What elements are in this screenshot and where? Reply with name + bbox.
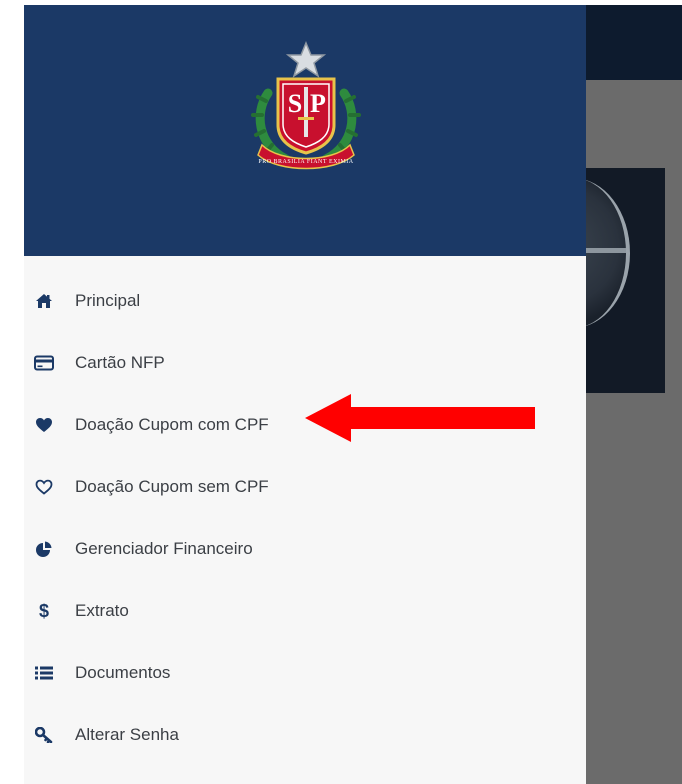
red-arrow-left-icon xyxy=(305,394,535,442)
credit-card-icon xyxy=(34,353,54,373)
sao-paulo-coat-of-arms-icon: S P PRO BRASILIA FIANT EXIMIA xyxy=(251,41,361,170)
menu-item-label: Doação Cupom sem CPF xyxy=(75,477,269,496)
menu-item-label: Alterar Senha xyxy=(75,725,179,744)
background-card xyxy=(586,168,665,393)
svg-text:$: $ xyxy=(39,601,49,621)
list-icon xyxy=(34,663,54,683)
svg-text:S: S xyxy=(288,89,302,118)
drawer-header: S P PRO BRASILIA FIANT EXIMIA xyxy=(24,5,586,256)
menu-item-extrato[interactable]: $ Extrato xyxy=(24,586,586,636)
menu-item-cartao-nfp[interactable]: Cartão NFP xyxy=(24,338,586,388)
background-app-bar xyxy=(586,5,682,80)
menu-item-doacao-sem-cpf[interactable]: Doação Cupom sem CPF xyxy=(24,462,586,512)
pie-chart-icon xyxy=(34,539,54,559)
heart-filled-icon xyxy=(34,415,54,435)
menu-item-principal[interactable]: Principal xyxy=(24,276,586,326)
dollar-icon: $ xyxy=(34,601,54,621)
background-image xyxy=(586,178,630,328)
background-image-detail xyxy=(586,248,626,253)
menu-item-label: Principal xyxy=(75,291,141,310)
menu-item-label: Cartão NFP xyxy=(75,353,165,372)
menu-item-documentos[interactable]: Documentos xyxy=(24,648,586,698)
menu-item-label: Extrato xyxy=(75,601,129,620)
home-icon xyxy=(34,291,54,311)
menu-item-gerenciador-financeiro[interactable]: Gerenciador Financeiro xyxy=(24,524,586,574)
key-icon xyxy=(34,725,54,745)
menu-item-label: Doação Cupom com CPF xyxy=(75,415,269,434)
menu-item-label: Documentos xyxy=(75,663,171,682)
heart-outline-icon xyxy=(34,477,54,497)
menu-item-alterar-senha[interactable]: Alterar Senha xyxy=(24,710,586,760)
menu-item-label: Gerenciador Financeiro xyxy=(75,539,253,558)
svg-text:P: P xyxy=(310,89,326,118)
svg-text:PRO BRASILIA FIANT EXIMIA: PRO BRASILIA FIANT EXIMIA xyxy=(258,159,353,165)
